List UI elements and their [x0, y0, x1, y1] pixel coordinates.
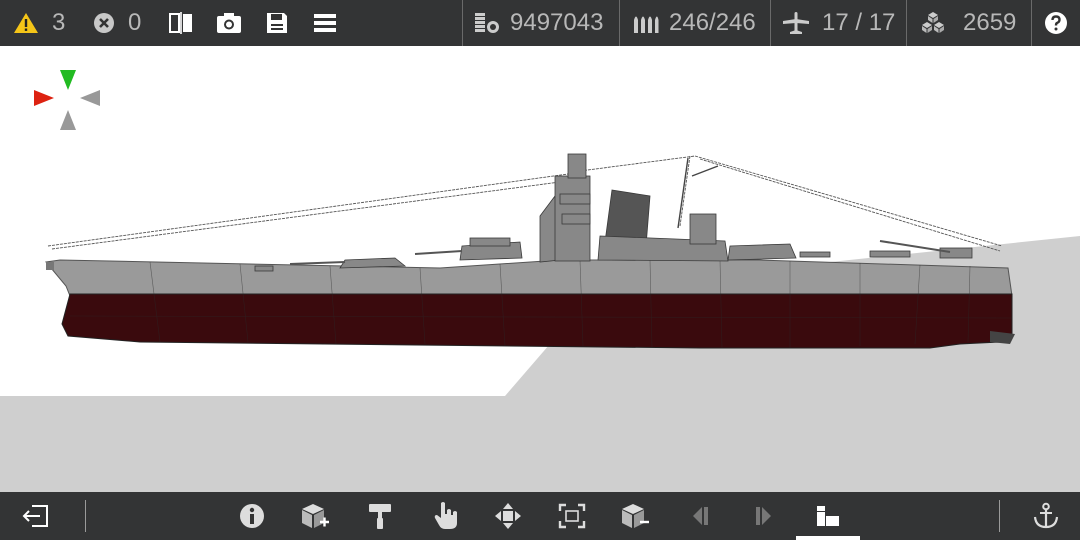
hull-upper — [45, 259, 1013, 297]
camera-view-button[interactable] — [796, 492, 860, 540]
anchor-icon[interactable] — [1030, 492, 1062, 540]
paint-roller-icon[interactable] — [364, 492, 396, 540]
axis-right-arrow — [80, 90, 100, 106]
toolbar-divider — [85, 500, 86, 532]
weight-icon — [917, 0, 949, 46]
hull-lower — [61, 293, 1013, 349]
move-icon[interactable] — [492, 492, 524, 540]
cost-value: 9497043 — [510, 9, 604, 36]
toolbar-divider — [619, 0, 620, 46]
exit-icon[interactable] — [20, 492, 52, 540]
resize-icon[interactable] — [556, 492, 588, 540]
symmetry-icon[interactable] — [166, 0, 196, 46]
next-icon[interactable] — [748, 492, 778, 540]
toolbar-divider — [906, 0, 907, 46]
axis-up-arrow — [60, 70, 76, 90]
toolbar-divider — [1031, 0, 1032, 46]
warning-icon[interactable] — [10, 0, 42, 46]
ammo-icon — [628, 0, 662, 46]
remove-part-icon[interactable] — [618, 492, 652, 540]
toolbar-divider — [462, 0, 463, 46]
warnings-count: 3 — [52, 9, 66, 36]
rigging-lines — [47, 155, 1003, 252]
active-tab-indicator — [796, 536, 860, 540]
toolbar-divider — [770, 0, 771, 46]
coins-icon — [472, 0, 502, 46]
select-hand-icon[interactable] — [430, 492, 462, 540]
orientation-gizmo[interactable] — [32, 66, 104, 136]
editor-viewport[interactable] — [0, 46, 1080, 492]
weight-value: 2659 — [963, 9, 1017, 36]
toolbar-divider — [999, 500, 1000, 532]
error-icon[interactable] — [90, 0, 118, 46]
ammo-value: 246/246 — [669, 9, 756, 36]
help-icon[interactable] — [1041, 0, 1071, 46]
axis-down-arrow — [60, 110, 76, 130]
bow-detail — [46, 262, 54, 270]
top-toolbar: 3 0 9497043 246/246 17 / 17 2659 — [0, 0, 1080, 46]
aircraft-value: 17 / 17 — [822, 9, 896, 36]
errors-count: 0 — [128, 9, 142, 36]
bottom-toolbar — [0, 492, 1080, 540]
camera-view-icon — [817, 506, 839, 526]
save-icon[interactable] — [262, 0, 292, 46]
aircraft-icon — [779, 0, 813, 46]
camera-icon[interactable] — [214, 0, 244, 46]
add-part-icon[interactable] — [298, 492, 332, 540]
superstructure — [254, 153, 973, 272]
previous-icon[interactable] — [686, 492, 716, 540]
menu-icon[interactable] — [310, 0, 340, 46]
info-icon[interactable] — [236, 492, 268, 540]
axis-left-arrow — [34, 90, 54, 106]
ship-scene — [0, 153, 1080, 492]
